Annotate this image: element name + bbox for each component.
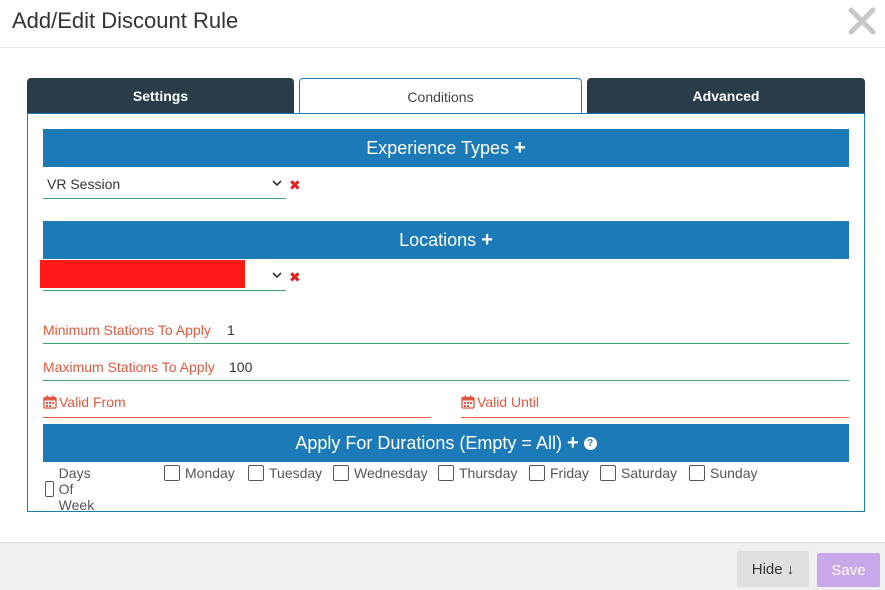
calendar-icon — [461, 395, 475, 409]
chevron-down-icon — [272, 180, 282, 187]
checkbox-box[interactable] — [45, 481, 54, 497]
chevron-down-icon — [272, 272, 282, 279]
experience-types-header: Experience Types + — [43, 129, 849, 167]
min-stations-label: Minimum Stations To Apply — [43, 322, 211, 338]
experience-types-title: Experience Types — [366, 137, 510, 158]
valid-until-label: Valid Until — [477, 394, 539, 410]
max-stations-field[interactable]: Maximum Stations To Apply 100 — [43, 353, 849, 381]
locations-header: Locations + — [43, 221, 849, 259]
checkbox-box[interactable] — [248, 465, 264, 481]
checkbox-box[interactable] — [689, 465, 705, 481]
checkbox-sunday[interactable]: Sunday — [689, 465, 757, 481]
locations-title: Locations — [399, 229, 477, 250]
checkbox-box[interactable] — [333, 465, 349, 481]
redacted-block — [40, 260, 245, 288]
checkbox-label: Days Of Week — [58, 465, 95, 513]
close-icon[interactable] — [847, 6, 877, 36]
help-icon[interactable]: ? — [583, 436, 597, 450]
tab-conditions[interactable]: Conditions — [299, 78, 582, 115]
checkbox-saturday[interactable]: Saturday — [600, 465, 677, 481]
checkbox-monday[interactable]: Monday — [164, 465, 235, 481]
durations-title: Apply For Durations (Empty = All) — [295, 432, 562, 453]
add-location-button[interactable]: + — [481, 229, 493, 252]
min-stations-value[interactable]: 1 — [227, 322, 235, 338]
modal-header: Add/Edit Discount Rule — [0, 0, 885, 48]
max-stations-label: Maximum Stations To Apply — [43, 359, 215, 375]
checkbox-friday[interactable]: Friday — [529, 465, 589, 481]
checkbox-days-of-week[interactable]: Days Of Week — [45, 465, 102, 513]
calendar-icon — [43, 395, 57, 409]
min-stations-field[interactable]: Minimum Stations To Apply 1 — [43, 316, 849, 344]
checkbox-label: Tuesday — [269, 465, 323, 481]
remove-experience-type-button[interactable]: ✖ — [289, 177, 301, 194]
add-duration-button[interactable]: + — [567, 432, 579, 455]
valid-from-field[interactable]: Valid From — [43, 392, 431, 418]
checkbox-label: Friday — [550, 465, 589, 481]
checkbox-label: Sunday — [710, 465, 758, 481]
tab-advanced[interactable]: Advanced — [587, 78, 865, 114]
checkbox-box[interactable] — [529, 465, 545, 481]
tab-bar: Settings Conditions Advanced — [27, 78, 865, 115]
tab-settings[interactable]: Settings — [27, 78, 294, 114]
experience-type-value: VR Session — [47, 176, 121, 192]
valid-until-field[interactable]: Valid Until — [461, 392, 849, 418]
save-button[interactable]: Save — [817, 553, 880, 587]
valid-from-label: Valid From — [59, 394, 126, 410]
durations-header: Apply For Durations (Empty = All) + ? — [43, 424, 849, 462]
checkbox-thursday[interactable]: Thursday — [438, 465, 517, 481]
checkbox-label: Wednesday — [354, 465, 428, 481]
checkbox-label: Monday — [185, 465, 235, 481]
modal-title: Add/Edit Discount Rule — [12, 8, 239, 33]
checkbox-wednesday[interactable]: Wednesday — [333, 465, 428, 481]
add-experience-type-button[interactable]: + — [514, 137, 526, 160]
hide-button[interactable]: Hide ↓ — [737, 551, 809, 587]
checkbox-box[interactable] — [600, 465, 616, 481]
checkbox-box[interactable] — [164, 465, 180, 481]
checkbox-tuesday[interactable]: Tuesday — [248, 465, 322, 481]
checkbox-label: Saturday — [621, 465, 678, 481]
experience-type-select[interactable]: VR Session — [43, 171, 286, 199]
max-stations-value[interactable]: 100 — [229, 359, 252, 375]
checkbox-box[interactable] — [438, 465, 454, 481]
checkbox-label: Thursday — [459, 465, 518, 481]
remove-location-button[interactable]: ✖ — [289, 269, 301, 286]
